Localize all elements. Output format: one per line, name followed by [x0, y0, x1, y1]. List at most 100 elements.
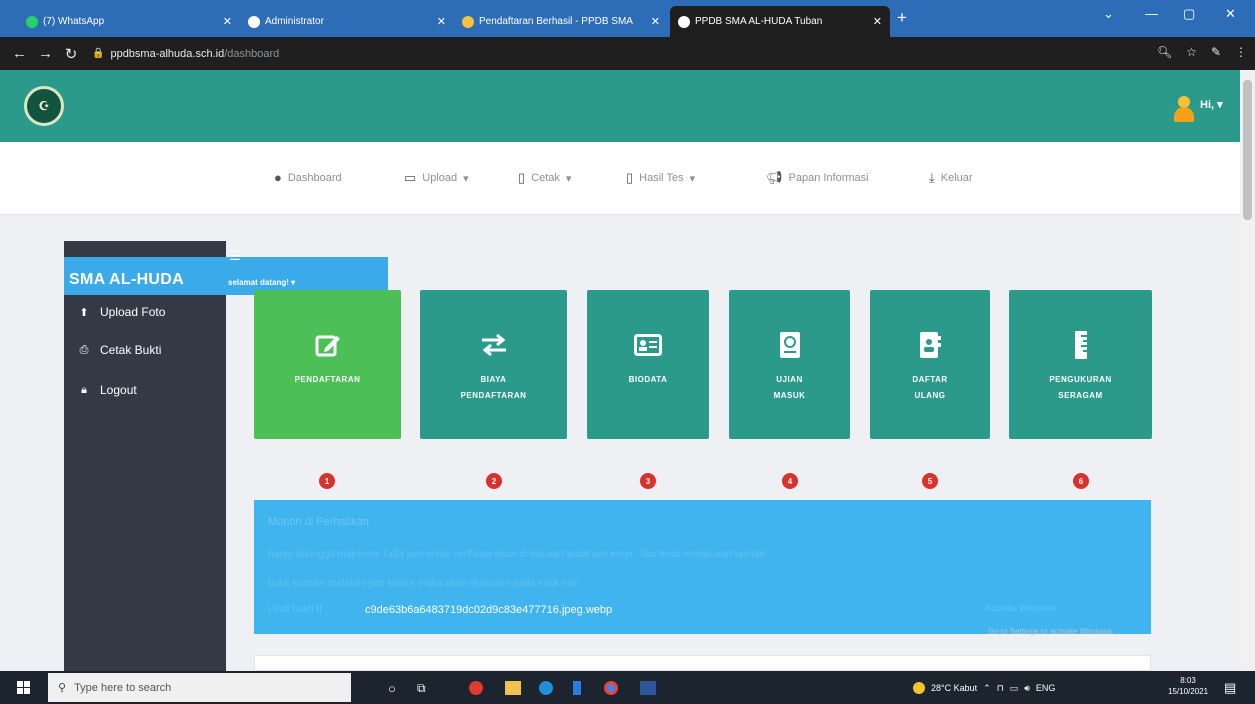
- tab-whatsapp[interactable]: (7) WhatsApp ✕: [18, 6, 240, 37]
- url-field[interactable]: 🔒 ppdbsma-alhuda.sch.id /dashboard: [92, 41, 1172, 66]
- download-icon: ⤓: [929, 170, 935, 185]
- globe-icon: [248, 15, 260, 28]
- step-marker: 3: [640, 473, 656, 489]
- back-icon[interactable]: ←: [12, 45, 27, 62]
- forward-icon[interactable]: →: [38, 45, 53, 62]
- browser-tools: 🔍︎ ☆ ✎ ⋮: [1157, 45, 1247, 59]
- tint-icon: ●: [274, 170, 282, 185]
- notification-icon[interactable]: ▤: [1224, 680, 1236, 696]
- new-tab-button[interactable]: +: [897, 8, 907, 28]
- exchange-icon: [479, 330, 509, 360]
- card-ujian-masuk[interactable]: UJIAN MASUK: [729, 290, 850, 439]
- chevron-up-icon[interactable]: ⌃: [983, 683, 991, 694]
- card-biaya-pendaftaran[interactable]: BIAYA PENDAFTARAN: [420, 290, 567, 439]
- close-icon[interactable]: ✕: [223, 15, 232, 28]
- activation-watermark: Activate Windows: [985, 603, 1057, 613]
- nav-hasil-tes[interactable]: ▯ Hasil Tes ▾: [626, 170, 695, 186]
- nav-keluar[interactable]: ⤓ Keluar: [929, 170, 973, 186]
- reload-icon[interactable]: ↻: [64, 45, 78, 63]
- sidebar-item-upload-foto[interactable]: ⬆ Upload Foto: [78, 305, 165, 319]
- file-prefix: Lihat bukti tf :: [268, 604, 328, 615]
- card-pendaftaran[interactable]: PENDAFTARAN: [254, 290, 401, 439]
- zoom-icon[interactable]: 🔍︎: [1157, 45, 1172, 59]
- whatsapp-icon: [26, 15, 38, 28]
- top-navigation: [0, 142, 1240, 215]
- windows-start-icon[interactable]: [17, 681, 30, 694]
- card-biodata[interactable]: BIODATA: [587, 290, 709, 439]
- close-icon[interactable]: ✕: [437, 15, 446, 28]
- school-logo-icon: [462, 15, 474, 28]
- maximize-button[interactable]: ▢: [1183, 6, 1195, 22]
- caret-down-icon: ▾: [463, 172, 469, 185]
- nav-dashboard[interactable]: ● Dashboard: [274, 170, 342, 185]
- tab-administrator[interactable]: Administrator ✕: [240, 6, 454, 37]
- sidebar-item-cetak-bukti[interactable]: ⎙ Cetak Bukti: [78, 343, 162, 357]
- caret-down-icon: ▾: [565, 172, 572, 185]
- user-avatar-icon[interactable]: [1174, 96, 1194, 122]
- battery-icon[interactable]: ▭: [1010, 683, 1019, 694]
- close-icon[interactable]: ✕: [873, 15, 882, 28]
- chrome-icon[interactable]: [604, 681, 618, 695]
- taskbar-search-input[interactable]: ⚲ Type here to search: [48, 673, 351, 702]
- nav-papan-informasi[interactable]: 📢︎ Papan Informasi: [766, 170, 869, 186]
- step-marker: 5: [922, 473, 938, 489]
- nav-upload[interactable]: ▭ Upload ▾: [404, 170, 469, 186]
- info-text-line: bukti transfer melebihi jam kantor maka …: [268, 578, 582, 589]
- opera-icon[interactable]: [469, 681, 483, 695]
- page-scrollbar[interactable]: [1240, 70, 1255, 671]
- browser-tab-bar: (7) WhatsApp ✕ Administrator ✕ Pendaftar…: [0, 0, 1255, 37]
- card-daftar-ulang[interactable]: DAFTAR ULANG: [870, 290, 990, 439]
- tab-ppdb-active[interactable]: PPDB SMA AL-HUDA Tuban ✕: [670, 6, 890, 37]
- menu-icon[interactable]: ⋮: [1235, 45, 1247, 59]
- site-header: [0, 70, 1240, 142]
- hamburger-icon[interactable]: ☰: [229, 248, 241, 264]
- caret-down-icon: ▾: [689, 172, 696, 185]
- chevron-down-icon[interactable]: ⌄: [1103, 6, 1114, 22]
- window-close-button[interactable]: ✕: [1225, 6, 1236, 22]
- screen: (7) WhatsApp ✕ Administrator ✕ Pendaftar…: [0, 0, 1255, 704]
- school-logo[interactable]: ☪: [24, 86, 64, 126]
- welcome-dropdown[interactable]: selamat datang! ▾: [228, 278, 295, 287]
- passport-icon: [775, 330, 805, 360]
- weather-icon: [913, 682, 925, 694]
- star-icon[interactable]: ☆: [1186, 45, 1197, 59]
- id-card-icon: [633, 330, 663, 360]
- url-host: ppdbsma-alhuda.sch.id: [110, 47, 225, 60]
- edge-icon[interactable]: [539, 681, 553, 695]
- step-marker: 2: [486, 473, 502, 489]
- transfer-proof-link[interactable]: c9de63b6a6483719dc02d9c83e477716.jpeg.we…: [365, 604, 612, 616]
- step-marker: 4: [782, 473, 798, 489]
- system-tray: 28°C Kabut ⌃ ⊓ ▭ 🔊︎ ENG: [913, 682, 1055, 694]
- user-menu[interactable]: Hi, ▾: [1200, 98, 1223, 111]
- taskbar-indicator: [573, 681, 581, 695]
- taskbar-clock[interactable]: 8:03 15/10/2021: [1168, 675, 1208, 697]
- file-icon: ▯: [518, 170, 526, 185]
- lock-icon: 🔒: [92, 48, 105, 59]
- print-icon: ⎙: [79, 343, 89, 356]
- task-view-icon[interactable]: ⧉: [417, 681, 433, 695]
- volume-icon[interactable]: 🔊︎: [1024, 683, 1030, 694]
- card-pengukuran-seragam[interactable]: PENGUKURAN SERAGAM: [1009, 290, 1152, 439]
- file-explorer-icon[interactable]: [505, 681, 521, 695]
- word-icon[interactable]: [640, 681, 656, 695]
- lock-icon: 🔒︎: [81, 383, 87, 396]
- edit-icon: [313, 330, 343, 360]
- search-icon: ⚲: [58, 682, 67, 694]
- extensions-icon[interactable]: ✎: [1211, 45, 1221, 59]
- address-book-icon: [915, 330, 945, 360]
- activation-watermark-sub: Go to Settings to activate Windows.: [988, 627, 1115, 636]
- globe-icon: [678, 15, 690, 28]
- close-icon[interactable]: ✕: [651, 15, 660, 28]
- scrollbar-thumb[interactable]: [1243, 80, 1252, 220]
- upload-icon: ⬆: [79, 306, 89, 319]
- tab-pendaftaran[interactable]: Pendaftaran Berhasil - PPDB SMA ✕: [454, 6, 668, 37]
- info-title: Mohon di Perhatikan: [268, 516, 369, 528]
- nav-cetak[interactable]: ▯ Cetak ▾: [518, 170, 571, 186]
- minimize-button[interactable]: —: [1145, 6, 1158, 21]
- brand-title[interactable]: SMA AL-HUDA: [69, 271, 184, 289]
- network-icon[interactable]: ⊓: [997, 683, 1004, 694]
- cortana-icon[interactable]: ○: [388, 681, 404, 696]
- mobile-icon: ▯: [626, 170, 634, 185]
- sidebar-item-logout[interactable]: 🔒︎ Logout: [78, 383, 137, 397]
- bottom-card: [254, 655, 1151, 671]
